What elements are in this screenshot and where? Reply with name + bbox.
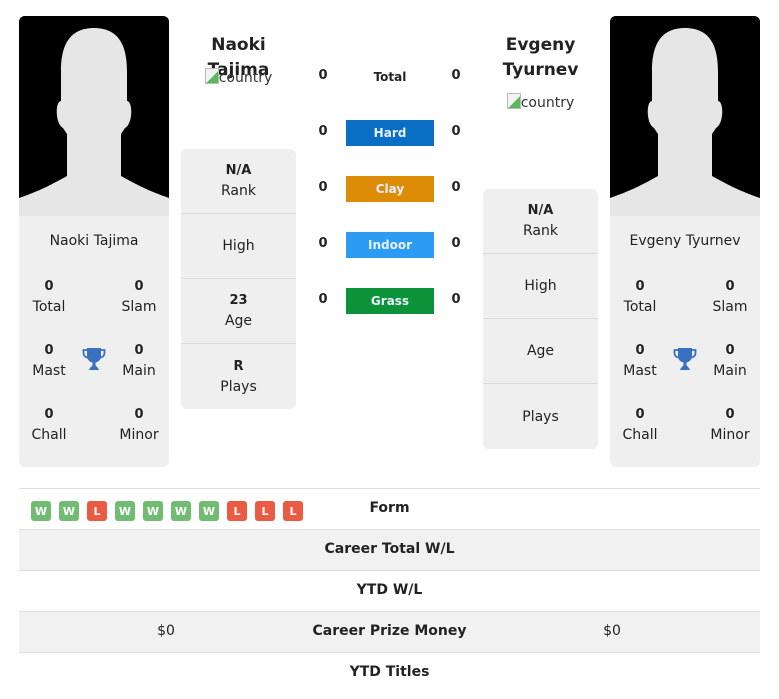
player2-titles-card: Evgeny Tyurnev 0 Total 0 Slam 0 Mast 0 Main … [610,216,760,467]
ytd-titles-row: YTD Titles [19,653,760,694]
career-prize-money-row: $0 Career Prize Money $0 [19,612,760,653]
h2h-p1-value: 0 [318,68,328,83]
comparison-table: W W L W W W W L L L Form Career Total W/… [19,488,760,694]
player2-total-titles: 0 Total [623,279,657,315]
player2-country-flag: country [483,93,598,111]
broken-image-icon [204,68,219,84]
player1-photo [19,16,169,216]
player1-high: High [181,214,296,279]
player2-value: $0 [603,623,621,639]
player1-age: 23 Age [181,279,296,344]
trophy-icon [82,348,106,370]
player-silhouette-icon [19,16,169,216]
player1-slam-titles: 0 Slam [121,279,157,315]
player1-mast-titles: 0 Mast [32,343,66,379]
row-label: Career Total W/L [324,541,455,557]
player2-photo [610,16,760,216]
player2-name[interactable]: Evgeny Tyurnev [483,33,598,83]
player-silhouette-icon [610,16,760,216]
h2h-row-indoor: 0 Indoor 0 [310,232,470,260]
h2h-p1-value: 0 [318,124,328,139]
player1-total-titles: 0 Total [32,279,66,315]
player2-info-box: N/A Rank High Age Plays [483,189,598,449]
player2-plays: Plays [522,408,559,425]
player1-titles-card: Naoki Tajima 0 Total 0 Slam 0 Mast 0 Main 0C… [19,216,169,467]
surface-badge-indoor[interactable]: Indoor [346,232,434,258]
player1-rank: N/A Rank [181,149,296,214]
row-label: YTD Titles [349,664,430,680]
h2h-p2-value: 0 [451,68,461,83]
player2-mast-titles: 0 Mast [623,343,657,379]
player1-minor-titles: 0 Minor [119,407,159,443]
surface-badge-hard[interactable]: Hard [346,120,434,146]
surface-badge-clay[interactable]: Clay [346,176,434,202]
h2h-row-grass: 0 Grass 0 [310,288,470,316]
h2h-p2-value: 0 [451,180,461,195]
h2h-p2-value: 0 [451,236,461,251]
player2-main-titles: 0 Main [713,343,747,379]
player2-high: High [483,254,598,319]
h2h-p1-value: 0 [318,292,328,307]
h2h-p1-value: 0 [318,236,328,251]
trophy-icon [673,348,697,370]
player1-info-box: N/A Rank High 23 Age R Plays [181,149,296,409]
player1-card-name: Naoki Tajima [49,233,139,249]
player1-plays: R Plays [220,358,257,395]
h2h-p2-value: 0 [451,292,461,307]
h2h-row-total: 0 Total 0 [310,64,470,92]
h2h-row-hard: 0 Hard 0 [310,120,470,148]
player2-chall-titles: 0 Chall [622,407,658,443]
surface-label-total: Total [373,70,407,84]
player1-chall-titles: 0 Chall [31,407,67,443]
form-row: W W L W W W W L L L Form [19,489,760,530]
player2-minor-titles: 0 Minor [710,407,750,443]
player2-slam-titles: 0 Slam [712,279,748,315]
player1-main-titles: 0 Main [122,343,156,379]
h2h-row-clay: 0 Clay 0 [310,176,470,204]
row-label: YTD W/L [356,582,423,598]
player2-card-name: Evgeny Tyurnev [629,233,741,249]
h2h-p2-value: 0 [451,124,461,139]
player1-country-flag: country [181,68,296,86]
player2-rank: N/A Rank [483,189,598,254]
h2h-p1-value: 0 [318,180,328,195]
career-wl-row: Career Total W/L [19,530,760,571]
player2-age: Age [483,319,598,384]
broken-image-icon [506,93,521,109]
form-label: Form [369,500,410,516]
ytd-wl-row: YTD W/L [19,571,760,612]
surface-badge-grass[interactable]: Grass [346,288,434,314]
